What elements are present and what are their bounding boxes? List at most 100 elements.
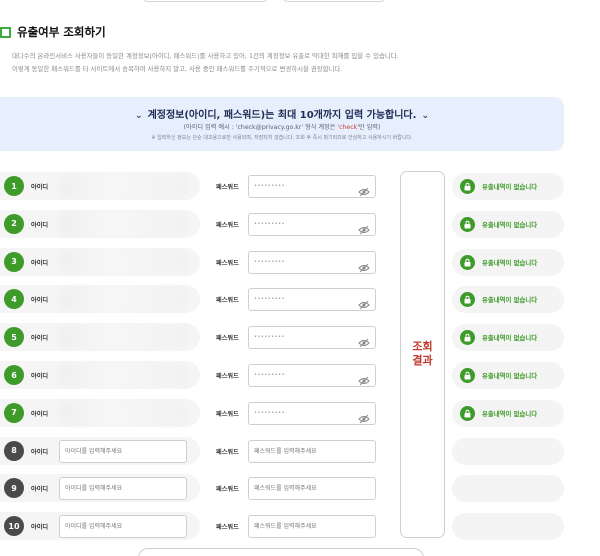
password-masked-value: ••••••••• xyxy=(254,220,286,227)
password-input[interactable] xyxy=(249,440,375,462)
id-label: 아이디 xyxy=(31,184,49,191)
password-input[interactable] xyxy=(249,516,375,538)
password-label: 패스워드 xyxy=(216,297,239,305)
password-label: 패스워드 xyxy=(216,259,239,267)
password-label: 패스워드 xyxy=(216,335,239,343)
password-field[interactable] xyxy=(248,477,376,501)
password-label: 패스워드 xyxy=(216,410,239,418)
status-text: 유출내역이 없습니다 xyxy=(482,220,538,229)
top-tab-2[interactable] xyxy=(282,0,386,2)
banner-example-suffix: '만 입력) xyxy=(357,124,381,131)
result-status: 유출내역이 없습니다 xyxy=(452,324,564,352)
result-status: 유출내역이 없습니다 xyxy=(452,286,564,314)
eye-slash-icon[interactable] xyxy=(358,182,370,197)
eye-slash-icon[interactable] xyxy=(358,258,370,272)
row-number-badge: 8 xyxy=(4,440,24,461)
chevron-down-icon: ⌄ xyxy=(421,111,429,121)
id-label: 아이디 xyxy=(31,373,49,380)
result-label-line1: 조회 xyxy=(412,340,433,353)
row-number-badge: 3 xyxy=(4,251,24,272)
status-text: 유출내역이 없습니다 xyxy=(482,296,538,305)
section-title: 유출여부 조회하기 xyxy=(17,25,106,39)
eye-slash-icon[interactable] xyxy=(358,295,370,310)
status-text: 유출내역이 없습니다 xyxy=(482,409,538,418)
password-masked-value: ••••••••• xyxy=(254,409,286,416)
result-status xyxy=(452,475,564,503)
password-field[interactable]: ••••••••• xyxy=(248,326,376,350)
lock-icon xyxy=(460,179,475,194)
account-row: 7 아이디 패스워드 ••••••••• 유출내역이 없습니다 xyxy=(0,397,600,429)
password-label: 패스워드 xyxy=(216,373,239,380)
id-label: 아이디 xyxy=(31,335,49,343)
password-masked-value: ••••••••• xyxy=(254,183,286,189)
id-value-blurred xyxy=(60,249,186,274)
id-input[interactable] xyxy=(59,439,187,463)
password-field[interactable]: ••••••••• xyxy=(248,250,376,274)
password-field[interactable] xyxy=(248,439,376,463)
id-label: 아이디 xyxy=(31,448,49,456)
info-banner: ⌄ 계정정보(아이디, 패스워드)는 최대 10개까지 입력 가능합니다. ⌄ (아… xyxy=(0,97,564,151)
password-field[interactable]: ••••••••• xyxy=(248,401,376,425)
password-field[interactable] xyxy=(248,515,376,539)
id-label: 아이디 xyxy=(31,221,49,229)
status-text: 유출내역이 없습니다 xyxy=(482,334,538,343)
result-status xyxy=(452,513,564,541)
id-label: 아이디 xyxy=(31,410,49,418)
section-header: 유출여부 조회하기 xyxy=(0,24,106,40)
section-description-line2: 이렇게 동일한 패스워드를 타 사이트에서 송복하여 사용하지 말고, 사용 중… xyxy=(12,65,343,73)
account-row: 5 아이디 패스워드 ••••••••• 유출내역이 없습니다 xyxy=(0,321,600,353)
checkbox-square-icon xyxy=(0,26,11,38)
top-tab-1[interactable] xyxy=(142,0,268,2)
account-row: 4 아이디 패스워드 ••••••••• 유출내역이 없습니다 xyxy=(0,283,600,315)
password-masked-value: ••••••••• xyxy=(254,258,286,265)
lock-icon xyxy=(460,368,475,383)
banner-example-highlight: check xyxy=(339,124,358,131)
account-row: 10아이디패스워드 xyxy=(0,510,600,542)
id-input[interactable] xyxy=(59,515,187,539)
id-label: 아이디 xyxy=(31,524,49,532)
chevron-down-icon: ⌄ xyxy=(135,111,143,121)
result-status: 유출내역이 없습니다 xyxy=(452,399,564,427)
row-number-badge: 2 xyxy=(4,213,24,234)
password-masked-value: ••••••••• xyxy=(254,372,286,378)
lock-icon xyxy=(460,254,475,270)
password-field[interactable]: ••••••••• xyxy=(248,175,376,198)
id-value-blurred xyxy=(60,363,186,387)
result-column: 조회 결과 xyxy=(400,171,445,538)
lock-icon xyxy=(460,330,475,346)
password-field[interactable]: ••••••••• xyxy=(248,364,376,387)
banner-title[interactable]: ⌄ 계정정보(아이디, 패스워드)는 최대 10개까지 입력 가능합니다. ⌄ xyxy=(0,106,564,121)
search-button[interactable] xyxy=(138,548,424,556)
account-row: 1 아이디 패스워드 ••••••••• 유출내역이 없습니다 xyxy=(0,170,600,202)
id-value-blurred xyxy=(60,325,186,350)
account-row: 2 아이디 패스워드 ••••••••• 유출내역이 없습니다 xyxy=(0,208,600,240)
password-label: 패스워드 xyxy=(216,448,239,456)
result-label-line2: 결과 xyxy=(412,354,433,367)
result-status: 유출내역이 없습니다 xyxy=(452,173,564,200)
lock-icon xyxy=(460,216,475,232)
banner-note: ※ 입력하신 정보는 단순 대조용으로만 사용되며, 저장되지 않습니다. 조회… xyxy=(151,135,413,141)
lock-icon xyxy=(460,405,475,421)
password-label: 패스워드 xyxy=(216,221,239,229)
id-input[interactable] xyxy=(59,477,187,501)
row-number-badge: 1 xyxy=(4,176,24,196)
lock-icon xyxy=(460,292,475,308)
id-value-blurred xyxy=(60,174,186,198)
eye-slash-icon[interactable] xyxy=(358,220,370,235)
eye-slash-icon[interactable] xyxy=(358,333,370,348)
eye-slash-icon[interactable] xyxy=(358,371,370,386)
eye-slash-icon[interactable] xyxy=(358,409,370,424)
password-field[interactable]: ••••••••• xyxy=(248,212,376,236)
password-input[interactable] xyxy=(249,478,375,500)
account-row: 9아이디패스워드 xyxy=(0,472,600,504)
status-text: 유출내역이 없습니다 xyxy=(482,372,538,380)
id-value-blurred xyxy=(60,211,186,236)
id-value-blurred xyxy=(60,287,186,312)
banner-title-text: 계정정보(아이디, 패스워드)는 최대 10개까지 입력 가능합니다. xyxy=(147,110,417,121)
password-masked-value: ••••••••• xyxy=(254,296,286,303)
id-label: 아이디 xyxy=(31,297,49,305)
result-status xyxy=(452,437,564,465)
password-field[interactable]: ••••••••• xyxy=(248,288,376,312)
status-text: 유출내역이 없습니다 xyxy=(482,258,538,267)
account-row: 3 아이디 패스워드 ••••••••• 유출내역이 없습니다 xyxy=(0,246,600,278)
